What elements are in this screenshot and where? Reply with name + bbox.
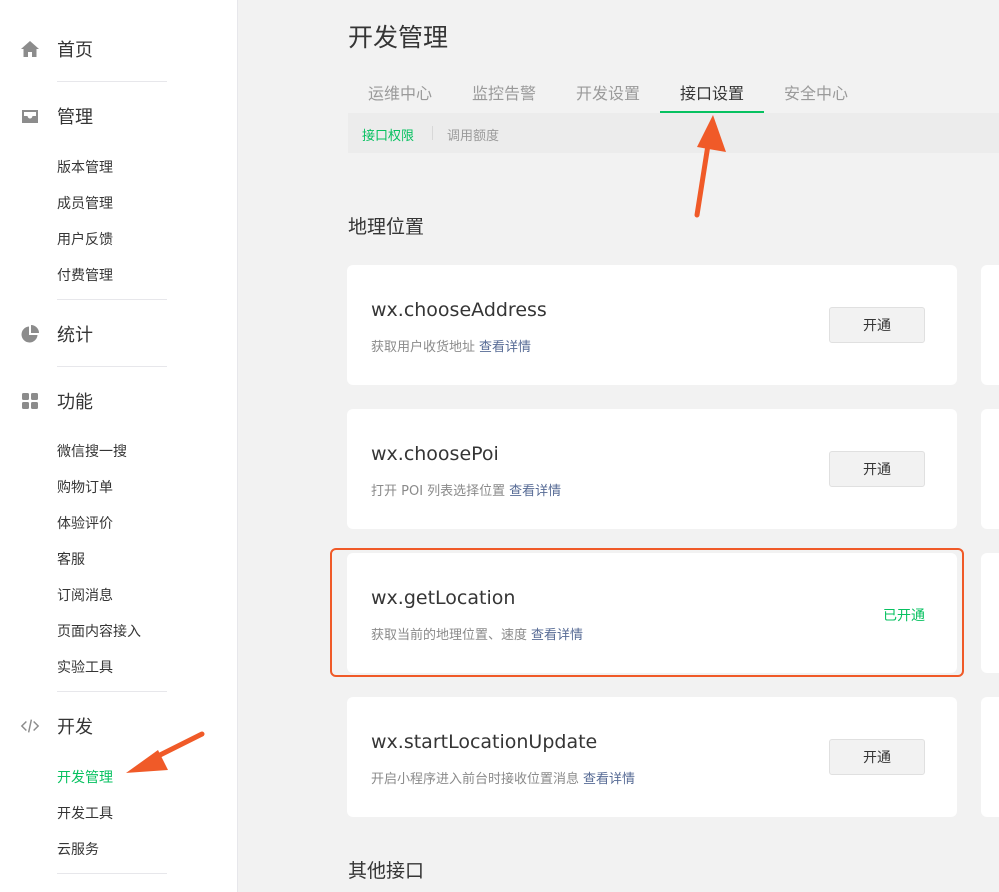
section-title-other: 其他接口 [348,860,425,882]
nav-item-content[interactable]: 页面内容接入 [57,621,141,641]
divider [57,873,167,874]
api-description: 开启小程序进入前台时接收位置消息 查看详情 [371,772,636,787]
nav-item-cloud[interactable]: 云服务 [57,839,99,859]
api-name: wx.choosePoi [371,443,499,465]
api-card: wx.choosePoi 打开 POI 列表选择位置 查看详情 开通 [347,409,957,529]
nav-item-search[interactable]: 微信搜一搜 [57,441,127,461]
nav-features[interactable]: 功能 [0,388,237,414]
api-description: 获取用户收货地址 查看详情 [371,340,532,355]
card-edge [981,409,999,529]
details-link[interactable]: 查看详情 [479,340,531,355]
nav-item-service[interactable]: 客服 [57,549,85,569]
page-title: 开发管理 [348,23,449,52]
enable-button[interactable]: 开通 [829,451,925,487]
nav-item-experiment[interactable]: 实验工具 [57,657,113,677]
enable-button[interactable]: 开通 [829,307,925,343]
nav-dev-label: 开发 [57,717,93,738]
nav-item-feedback[interactable]: 用户反馈 [57,229,113,249]
nav-features-label: 功能 [57,392,93,413]
nav-item-members[interactable]: 成员管理 [57,193,113,213]
home-icon [20,39,40,59]
nav-item-version[interactable]: 版本管理 [57,157,113,177]
pie-chart-icon [20,324,40,344]
arrow-annotation [694,115,726,218]
nav-stats-label: 统计 [57,325,93,346]
tab-security[interactable]: 安全中心 [784,80,848,104]
nav-manage[interactable]: 管理 [0,103,237,129]
nav-home-label: 首页 [57,40,93,61]
divider [57,81,167,82]
api-name: wx.startLocationUpdate [371,731,598,753]
api-card: wx.chooseAddress 获取用户收货地址 查看详情 开通 [347,265,957,385]
nav-item-orders[interactable]: 购物订单 [57,477,113,497]
subtab-separator [432,126,433,140]
nav-home[interactable]: 首页 [0,36,237,62]
nav-manage-label: 管理 [57,107,93,128]
grid-icon [20,391,40,411]
nav-item-dev-tools[interactable]: 开发工具 [57,803,113,823]
inbox-icon [20,106,40,126]
api-name: wx.chooseAddress [371,299,547,321]
subtab-quota[interactable]: 调用额度 [447,125,499,144]
details-link[interactable]: 查看详情 [583,772,635,787]
nav-item-dev-manage[interactable]: 开发管理 [57,767,113,787]
card-edge [981,265,999,385]
subtab-permissions[interactable]: 接口权限 [362,125,414,144]
card-edge [981,553,999,673]
api-card: wx.startLocationUpdate 开启小程序进入前台时接收位置消息查… [347,697,957,817]
tab-dev-settings[interactable]: 开发设置 [576,80,640,104]
divider [57,299,167,300]
nav-item-subscribe[interactable]: 订阅消息 [57,585,113,605]
card-edge [981,697,999,817]
nav-stats[interactable]: 统计 [0,321,237,347]
arrow-annotation [126,731,205,773]
tab-api-settings[interactable]: 接口设置 [680,80,744,104]
tab-monitor[interactable]: 监控告警 [472,80,536,104]
main-content: 开发管理 运维中心 监控告警 开发设置 接口设置 安全中心 接口权限 调用额度 … [238,0,999,892]
divider [57,691,167,692]
api-description: 打开 POI 列表选择位置 查看详情 [371,484,562,499]
code-icon [20,716,40,736]
divider [57,366,167,367]
enable-button[interactable]: 开通 [829,739,925,775]
nav-item-review[interactable]: 体验评价 [57,513,113,533]
tab-ops[interactable]: 运维中心 [368,80,432,104]
subtab-bar: 接口权限 调用额度 [348,113,999,153]
section-title-location: 地理位置 [348,216,425,238]
details-link[interactable]: 查看详情 [509,484,561,499]
highlight-box [330,548,964,677]
nav-item-payment[interactable]: 付费管理 [57,265,113,285]
tab-bar: 运维中心 监控告警 开发设置 接口设置 安全中心 [348,72,999,114]
